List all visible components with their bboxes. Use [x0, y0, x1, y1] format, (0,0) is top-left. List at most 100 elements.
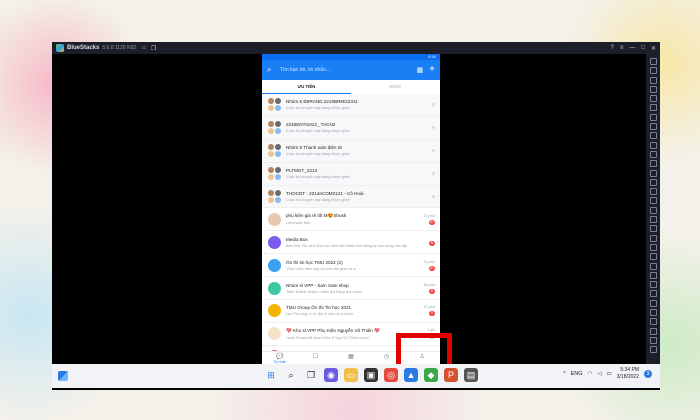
avatar [268, 304, 281, 318]
clock-time: 5:34 PM [620, 367, 639, 373]
sidebar-tool-icon[interactable] [649, 132, 657, 140]
task-view-icon[interactable]: ❐ [304, 368, 318, 382]
chat-list: Nhóm 5 EBRAND.2210BRMG2311 Cuộc trò chuyệ… [262, 94, 440, 366]
sidebar-tool-icon[interactable] [649, 216, 657, 224]
windows-taskbar: ⊞ ⌕ ❐ ◉ ▭ ▣ ◎ ▲ ◆ P ▤ ^ ENG ◠ ◁ ▭ 5:34 P… [52, 364, 660, 388]
multi-window-icon[interactable]: ❐ [151, 45, 156, 52]
pin-icon: ⚲ [432, 148, 435, 154]
sidebar-tool-icon[interactable] [649, 178, 657, 186]
tab-other[interactable]: KHÁC [351, 80, 440, 94]
sidebar-tool-icon[interactable] [649, 336, 657, 344]
volume-icon[interactable]: ◁ [597, 371, 601, 377]
sidebar-tool-icon[interactable] [649, 234, 657, 242]
chat-preview: Cuộc trò chuyện này đang được ghim [286, 129, 350, 134]
sidebar-tool-icon[interactable] [649, 150, 657, 158]
chat-row[interactable]: Nhóm sỉ VPP - Sam Sam shop Trịnh Khánh Hu… [262, 277, 440, 301]
clock[interactable]: 5:34 PM 3/18/2022 [617, 367, 639, 381]
sidebar-tool-icon[interactable] [649, 290, 657, 298]
sidebar-tool-icon[interactable] [649, 58, 657, 65]
chat-preview: Lan Phương: à ơi, đợi ở vậo rồi ạ nhóm [286, 312, 354, 317]
sidebar-tool-icon[interactable] [649, 67, 657, 75]
chat-icon[interactable]: ◉ [324, 368, 338, 382]
chat-meta: 35 phút 5 [419, 283, 435, 294]
chat-meta: ⚲ [419, 125, 435, 130]
photos-icon[interactable]: ▲ [404, 368, 418, 382]
chat-meta: ⚲ [419, 102, 435, 107]
avatar [268, 281, 281, 295]
start-icon[interactable]: ⊞ [264, 368, 278, 382]
sidebar-tool-icon[interactable] [649, 206, 657, 214]
chat-name: THOCDT - 2214eCOM2121 - Cô Hoài [286, 191, 364, 196]
chat-row[interactable]: Nhóm 5 Thanh toán điện tử Cuộc trò chuyện… [262, 139, 440, 163]
sidebar-tool-icon[interactable] [649, 243, 657, 251]
group-avatar [268, 121, 281, 135]
sidebar-tool-icon[interactable] [649, 95, 657, 103]
close-icon[interactable]: ✕ [651, 45, 656, 52]
sidebar-tool-icon[interactable] [649, 262, 657, 270]
sidebar-tool-icon[interactable] [649, 85, 657, 93]
search-icon[interactable]: ⌕ [284, 368, 298, 382]
maximize-icon[interactable]: □ [641, 45, 645, 51]
bluestacks-icon[interactable]: ◆ [424, 368, 438, 382]
chat-row[interactable]: Ôn thi tin học TMU 2022 (2) Thủy Linh: mè… [262, 254, 440, 278]
file-explorer-icon[interactable]: ▭ [344, 368, 358, 382]
chat-meta: 21 phút 5+ [419, 260, 435, 271]
sidebar-tool-icon[interactable] [649, 281, 657, 289]
qr-scan-icon[interactable]: ▦ [417, 66, 424, 74]
sidebar-tool-icon[interactable] [649, 299, 657, 307]
clock-date: 3/18/2022 [616, 374, 639, 380]
search-icon[interactable]: ⌕ [267, 65, 275, 75]
sidebar-tool-icon[interactable] [649, 197, 657, 205]
chat-row[interactable]: PLTMGT_2213 Cuộc trò chuyện này đang được… [262, 162, 440, 186]
home-icon[interactable]: ⌂ [142, 45, 146, 51]
chat-row[interactable]: Nhóm 5 EBRAND.2210BRMG2311 Cuộc trò chuyệ… [262, 94, 440, 117]
tab-priority[interactable]: ƯU TIÊN [262, 80, 351, 94]
battery-icon[interactable]: ▭ [607, 371, 612, 377]
chat-row[interactable]: Media Box Báo Mới: Nữ sinh Đại học Vinh đ… [262, 231, 440, 255]
sidebar-tool-icon[interactable] [649, 271, 657, 279]
store-icon[interactable]: ▣ [364, 368, 378, 382]
sidebar-tool-icon[interactable] [649, 309, 657, 317]
sidebar-tool-icon[interactable] [649, 113, 657, 121]
chat-row[interactable]: THOCDT - 2214eCOM2121 - Cô Hoài Cuộc trò … [262, 185, 440, 209]
minimize-icon[interactable]: — [629, 45, 635, 51]
sidebar-tool-icon[interactable] [649, 104, 657, 112]
language-indicator[interactable]: ENG [571, 371, 583, 377]
widgets-icon[interactable] [58, 371, 68, 381]
notification-badge[interactable]: 3 [644, 370, 652, 378]
chat-row[interactable]: phụ kiện giá rẻ tốt M😍Shush Lehdranh: bận… [262, 208, 440, 232]
sidebar-tool-icon[interactable] [649, 225, 657, 233]
sidebar-tool-icon[interactable] [649, 318, 657, 326]
search-bar[interactable]: ⌕ Tìm bạn bè, tin nhắn... ▦ + [262, 60, 440, 80]
sidebar-tool-icon[interactable] [649, 346, 657, 354]
sidebar-tool-icon[interactable] [649, 327, 657, 335]
chat-meta: 21 phút 5+ [419, 214, 435, 225]
sidebar-tool-icon[interactable] [649, 188, 657, 196]
chrome-icon[interactable]: ◎ [384, 368, 398, 382]
add-icon[interactable]: + [429, 65, 435, 75]
sidebar-tool-icon[interactable] [649, 160, 657, 168]
sidebar-tool-icon[interactable] [649, 123, 657, 131]
menu-icon[interactable]: ≡ [620, 45, 624, 51]
chat-time: 1 giờ [427, 328, 435, 333]
sidebar-tool-icon[interactable] [649, 76, 657, 84]
sidebar-tool-icon[interactable] [649, 169, 657, 177]
help-icon[interactable]: ? [610, 45, 613, 51]
app-icon[interactable]: ▤ [464, 368, 478, 382]
chat-row[interactable]: 2246ENTI1012_ TACN2 Cuộc trò chuyện này đ… [262, 116, 440, 140]
chat-time: 21 phút [423, 259, 435, 264]
unread-badge: 5+ [429, 265, 435, 271]
chat-time: 21 phút [423, 213, 435, 218]
group-avatar [268, 167, 281, 181]
chat-name: Nhóm 5 Thanh toán điện tử [286, 145, 343, 151]
powerpoint-icon[interactable]: P [444, 368, 458, 382]
wifi-icon[interactable]: ◠ [588, 371, 593, 377]
sidebar-tool-icon[interactable] [649, 253, 657, 261]
avatar [268, 258, 281, 272]
search-input[interactable]: Tìm bạn bè, tin nhắn... [280, 67, 417, 73]
unread-badge: 5 [429, 288, 435, 294]
tray-overflow-icon[interactable]: ^ [563, 371, 566, 377]
chat-row[interactable]: TMU Group Ôn thi Tin học 2021 Lan Phương:… [262, 300, 440, 323]
chat-preview: Báo Mới: Nữ sinh Đại học Vinh đạt thành … [286, 243, 408, 248]
sidebar-tool-icon[interactable] [649, 141, 657, 149]
